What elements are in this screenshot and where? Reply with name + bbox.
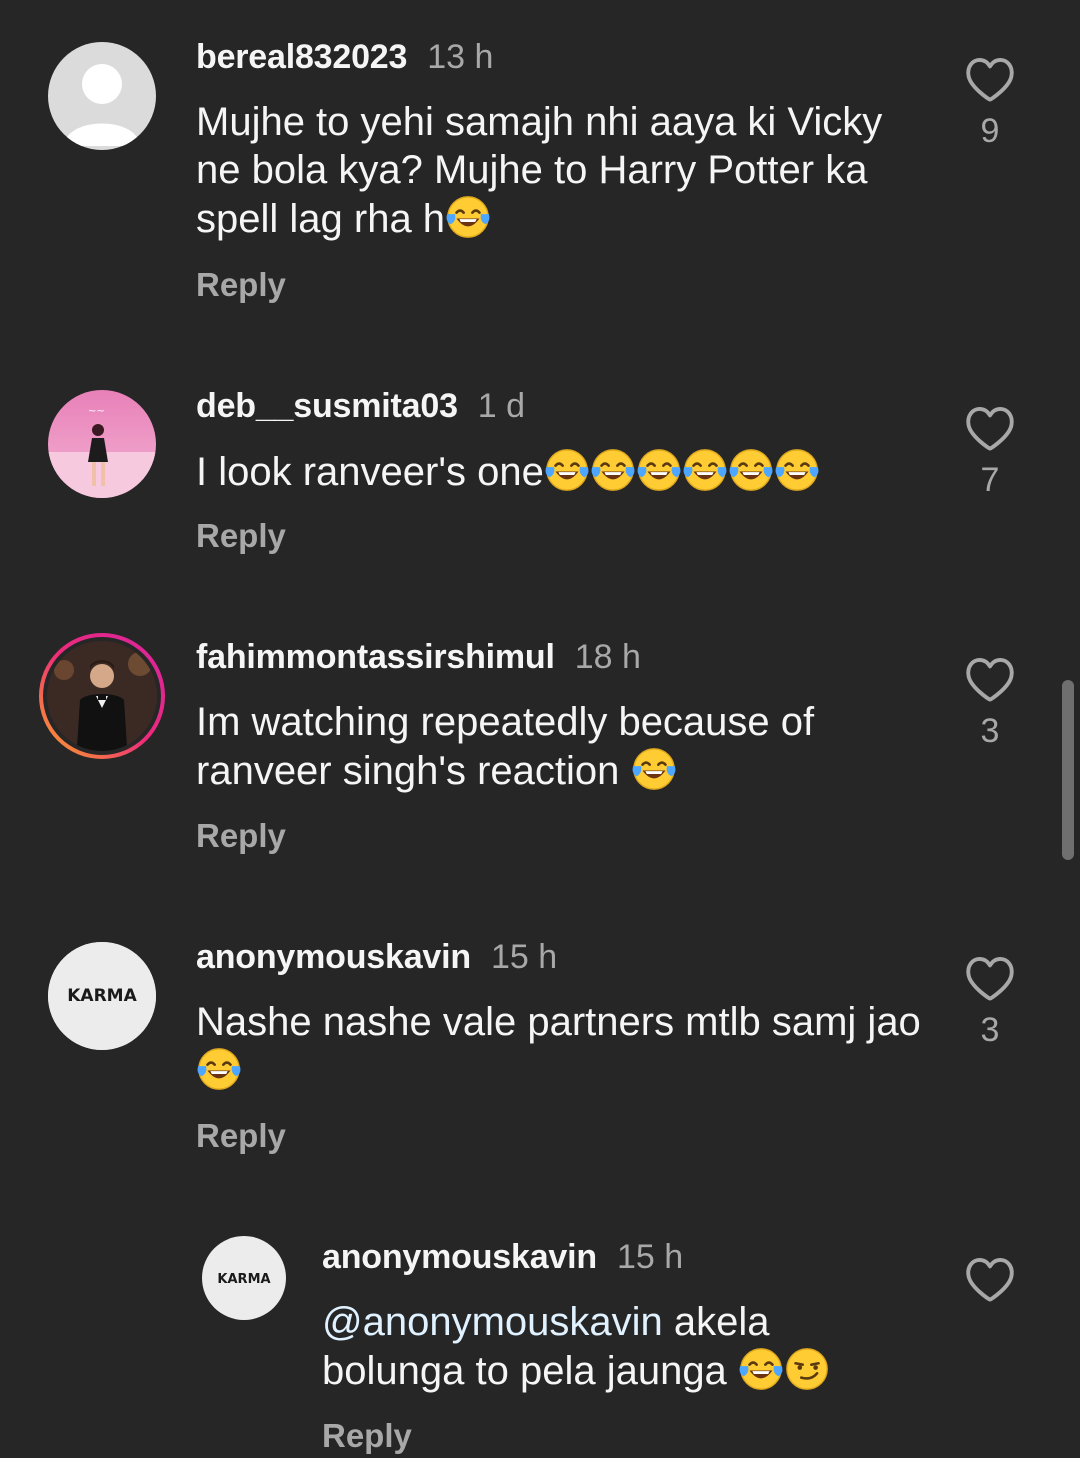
avatar[interactable]: KARMA bbox=[48, 942, 156, 1050]
heart-icon[interactable] bbox=[964, 954, 1016, 1002]
comment-text-body: I look ranveer's one bbox=[196, 450, 544, 494]
like-column: 3 bbox=[962, 655, 1018, 751]
heart-icon[interactable] bbox=[964, 404, 1016, 452]
timestamp: 13 h bbox=[427, 38, 494, 76]
like-column: 9 bbox=[962, 55, 1018, 151]
story-ring-icon bbox=[39, 633, 165, 759]
like-column: 7 bbox=[962, 404, 1018, 500]
pink-room-photo-avatar-icon: ~~ bbox=[48, 390, 156, 498]
comment-meta: anonymouskavin 15 h bbox=[196, 937, 557, 977]
face-with-tears-of-joy-icon bbox=[545, 449, 589, 491]
karma-logo-text: KARMA bbox=[217, 1272, 270, 1287]
comment-text: I look ranveer's one bbox=[196, 447, 936, 496]
face-with-tears-of-joy-icon bbox=[632, 748, 675, 790]
avatar[interactable] bbox=[48, 42, 156, 150]
face-with-tears-of-joy-icon bbox=[591, 449, 635, 491]
timestamp: 15 h bbox=[616, 1238, 684, 1276]
avatar[interactable]: ~~ bbox=[48, 390, 156, 498]
like-column: 3 bbox=[962, 954, 1018, 1050]
like-column bbox=[962, 1255, 1018, 1303]
story-ring[interactable] bbox=[36, 630, 168, 762]
comment-meta: bereal832023 13 h bbox=[196, 37, 493, 77]
emoji-group bbox=[445, 196, 491, 241]
like-count: 3 bbox=[980, 1011, 1000, 1049]
reply-button[interactable]: Reply bbox=[196, 816, 286, 856]
timestamp: 18 h bbox=[574, 638, 641, 676]
timestamp: 15 h bbox=[490, 938, 558, 976]
smirking-face-icon bbox=[786, 1348, 828, 1390]
mention-link[interactable]: @anonymouskavin bbox=[322, 1300, 663, 1344]
heart-icon[interactable] bbox=[964, 1255, 1016, 1303]
emoji-group bbox=[738, 1348, 830, 1393]
emoji-group bbox=[196, 1048, 242, 1093]
username[interactable]: anonymouskavin bbox=[322, 1238, 597, 1276]
like-count: 9 bbox=[980, 112, 1000, 150]
emoji-group bbox=[631, 748, 677, 793]
karma-logo-icon: KARMA bbox=[48, 942, 156, 1050]
face-with-tears-of-joy-icon bbox=[683, 449, 727, 491]
face-with-tears-of-joy-icon bbox=[775, 449, 819, 491]
username[interactable]: bereal832023 bbox=[196, 38, 407, 76]
face-with-tears-of-joy-icon bbox=[197, 1048, 241, 1090]
scrollbar[interactable] bbox=[1062, 680, 1074, 860]
reply-button[interactable]: Reply bbox=[196, 1116, 286, 1156]
comment-text: @anonymouskavin akela bolunga to pela ja… bbox=[322, 1298, 922, 1395]
reply-button[interactable]: Reply bbox=[196, 265, 286, 305]
face-with-tears-of-joy-icon bbox=[446, 196, 490, 238]
comment-text: Im watching repeatedly because of ranvee… bbox=[196, 698, 936, 795]
timestamp: 1 d bbox=[477, 387, 526, 425]
reply-button[interactable]: Reply bbox=[322, 1416, 412, 1456]
karma-logo-text: KARMA bbox=[67, 986, 137, 1006]
username[interactable]: deb__susmita03 bbox=[196, 387, 458, 425]
comment-meta: anonymouskavin 15 h bbox=[322, 1237, 683, 1277]
comment-text-body: Nashe nashe vale partners mtlb samj jao bbox=[196, 1000, 932, 1044]
comment-text-body: Im watching repeatedly because of ranvee… bbox=[196, 700, 826, 793]
reply-button[interactable]: Reply bbox=[196, 516, 286, 556]
comment-text: Nashe nashe vale partners mtlb samj jao bbox=[196, 998, 936, 1095]
username[interactable]: fahimmontassirshimul bbox=[196, 638, 555, 676]
username[interactable]: anonymouskavin bbox=[196, 938, 471, 976]
comment-meta: fahimmontassirshimul 18 h bbox=[196, 637, 641, 677]
default-user-avatar-icon bbox=[48, 42, 156, 150]
like-count: 3 bbox=[980, 712, 1000, 750]
comment-meta: deb__susmita03 1 d bbox=[196, 386, 525, 426]
emoji-group bbox=[544, 449, 820, 494]
comment-text: Mujhe to yehi samajh nhi aaya ki Vicky n… bbox=[196, 98, 936, 243]
heart-icon[interactable] bbox=[964, 655, 1016, 703]
face-with-tears-of-joy-icon bbox=[729, 449, 773, 491]
comment-text-body: Mujhe to yehi samajh nhi aaya ki Vicky n… bbox=[196, 100, 894, 241]
avatar[interactable]: KARMA bbox=[202, 1236, 286, 1320]
comments-screen: bereal832023 13 h Mujhe to yehi samajh nh… bbox=[0, 0, 1080, 1458]
heart-icon[interactable] bbox=[964, 55, 1016, 103]
face-with-tears-of-joy-icon bbox=[739, 1348, 783, 1390]
svg-text:~~: ~~ bbox=[88, 406, 105, 417]
face-with-tears-of-joy-icon bbox=[637, 449, 681, 491]
karma-logo-icon: KARMA bbox=[202, 1236, 286, 1320]
like-count: 7 bbox=[980, 461, 1000, 499]
